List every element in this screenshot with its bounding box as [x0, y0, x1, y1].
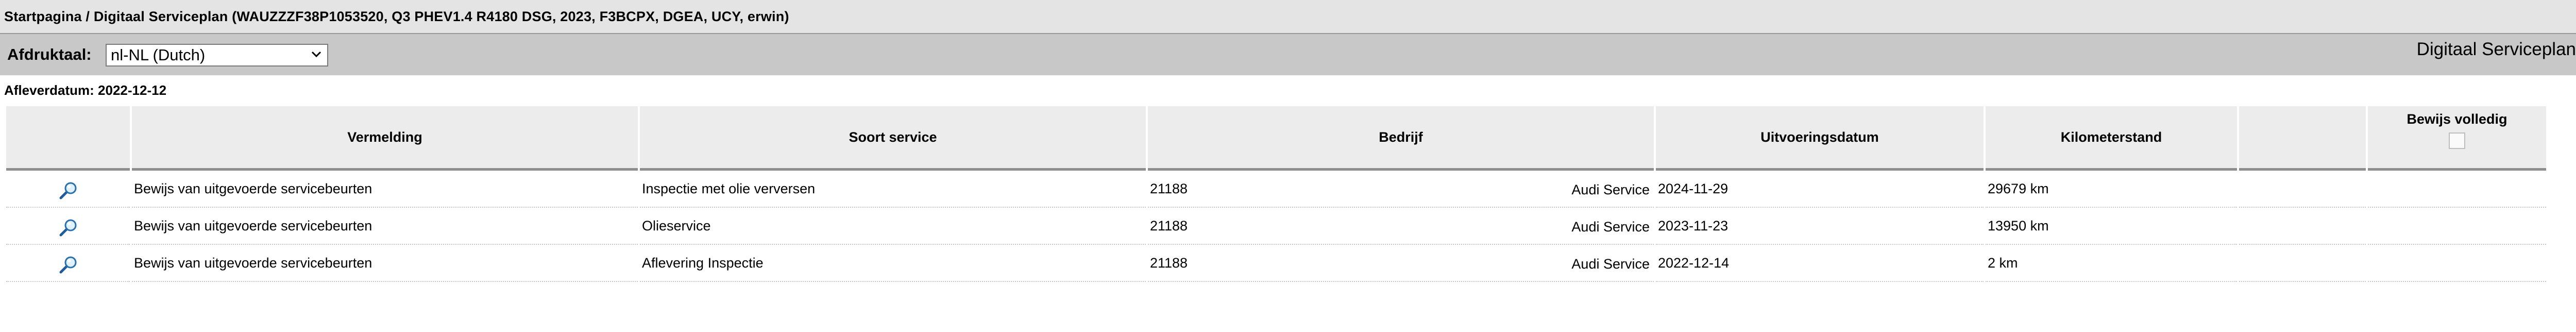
magnifier-icon[interactable] [58, 218, 78, 238]
table-row[interactable]: Bewijs van uitgevoerde servicebeurten Af… [6, 245, 2546, 282]
row-mileage: 2 km [1986, 245, 2237, 282]
row-company-code: 21188 [1150, 218, 1188, 234]
row-company: 21188 Audi Service [1148, 245, 1654, 282]
breadcrumb-text[interactable]: Startpagina / Digitaal Serviceplan (WAUZ… [4, 9, 789, 25]
magnifier-icon[interactable] [58, 255, 78, 275]
row-icon-cell[interactable] [6, 245, 130, 282]
header-service-type[interactable]: Soort service [640, 106, 1146, 171]
print-language-label: Afdruktaal: [7, 45, 92, 63]
row-company: 21188 Audi Service [1148, 208, 1654, 245]
header-icon-column [6, 106, 130, 171]
page-title: Digitaal Serviceplan [2416, 39, 2576, 59]
row-mileage: 29679 km [1986, 171, 2237, 208]
row-icon-cell[interactable] [6, 171, 130, 208]
header-date[interactable]: Uitvoeringsdatum [1656, 106, 1984, 171]
table-header-row: Vermelding Soort service Bedrijf Uitvoer… [6, 106, 2546, 171]
service-table: Vermelding Soort service Bedrijf Uitvoer… [4, 106, 2548, 282]
row-date: 2023-11-23 [1656, 208, 1984, 245]
delivery-date: Afleverdatum: 2022-12-12 [4, 82, 167, 98]
row-description: Bewijs van uitgevoerde servicebeurten [132, 208, 638, 245]
header-proof: Bewijs volledig [2368, 106, 2546, 171]
row-company-code: 21188 [1150, 255, 1188, 271]
row-service-type: Olieservice [640, 208, 1146, 245]
table-row[interactable]: Bewijs van uitgevoerde servicebeurten In… [6, 171, 2546, 208]
row-date: 2024-11-29 [1656, 171, 1984, 208]
row-date: 2022-12-14 [1656, 245, 1984, 282]
row-mileage: 13950 km [1986, 208, 2237, 245]
row-empty [2239, 171, 2366, 208]
row-description: Bewijs van uitgevoerde servicebeurten [132, 171, 638, 208]
row-proof [2368, 171, 2546, 208]
toolbar: Afdruktaal: nl-NL (Dutch) Digitaal Servi… [0, 34, 2576, 75]
print-language-value: nl-NL (Dutch) [111, 46, 206, 64]
row-company-name: Audi Service [1571, 182, 1650, 197]
row-company-code: 21188 [1150, 180, 1188, 196]
header-proof-label: Bewijs volledig [2406, 111, 2507, 127]
print-language-select[interactable]: nl-NL (Dutch) [106, 44, 328, 67]
row-empty [2239, 208, 2366, 245]
row-proof [2368, 245, 2546, 282]
row-proof [2368, 208, 2546, 245]
row-company-name: Audi Service [1571, 219, 1650, 235]
row-description: Bewijs van uitgevoerde servicebeurten [132, 245, 638, 282]
magnifier-icon[interactable] [58, 180, 78, 201]
row-service-type: Inspectie met olie verversen [640, 171, 1146, 208]
row-company: 21188 Audi Service [1148, 171, 1654, 208]
table-row[interactable]: Bewijs van uitgevoerde servicebeurten Ol… [6, 208, 2546, 245]
header-company[interactable]: Bedrijf [1148, 106, 1654, 171]
header-mileage[interactable]: Kilometerstand [1986, 106, 2237, 171]
header-empty [2239, 106, 2366, 171]
row-empty [2239, 245, 2366, 282]
chevron-down-icon[interactable] [310, 47, 323, 64]
header-description[interactable]: Vermelding [132, 106, 638, 171]
proof-checkbox[interactable] [2449, 132, 2465, 149]
breadcrumb[interactable]: Startpagina / Digitaal Serviceplan (WAUZ… [0, 0, 2576, 34]
row-company-name: Audi Service [1571, 256, 1650, 272]
row-service-type: Aflevering Inspectie [640, 245, 1146, 282]
row-icon-cell[interactable] [6, 208, 130, 245]
